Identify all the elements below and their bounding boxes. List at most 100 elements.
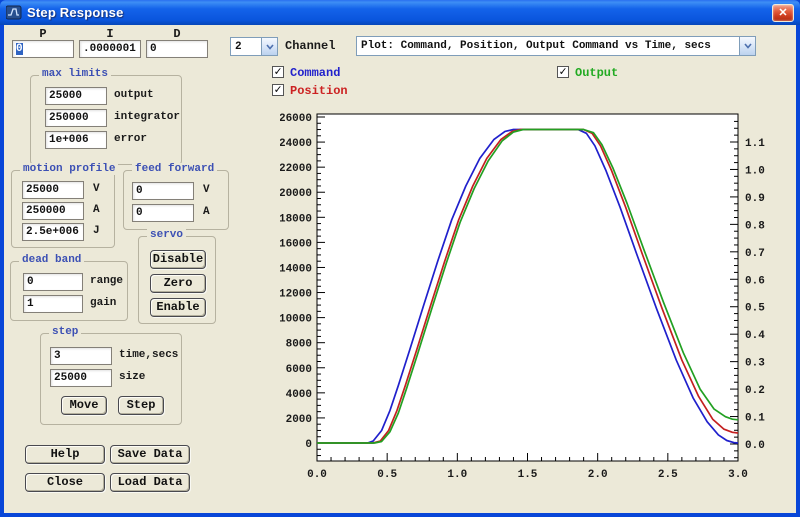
feed-forward-title: feed forward [132,163,217,175]
max-limits-title: max limits [39,68,111,80]
svg-text:0.9: 0.9 [745,193,765,205]
gain-input[interactable]: 1 [23,295,83,313]
time-label: time,secs [119,349,178,361]
i-input[interactable]: .0000001 [79,40,141,58]
max-integrator-label: integrator [114,111,180,123]
svg-text:0.7: 0.7 [745,248,765,260]
profile-v-input[interactable]: 25000 [22,181,84,199]
svg-text:26000: 26000 [280,113,312,125]
channel-select[interactable]: 2 [230,37,278,56]
range-label: range [90,275,123,287]
enable-button[interactable]: Enable [150,298,206,317]
plot-select-value: Plot: Command, Position, Output Command … [357,40,739,52]
svg-text:3.0: 3.0 [728,469,748,481]
servo-title: servo [147,229,186,241]
ff-v-input[interactable]: 0 [132,182,194,200]
gain-label: gain [90,297,116,309]
size-label: size [119,371,145,383]
d-input[interactable]: 0 [146,40,208,58]
max-output-input[interactable]: 25000 [45,87,107,105]
channel-value: 2 [231,41,261,53]
svg-text:0.4: 0.4 [745,330,765,342]
svg-text:20000: 20000 [280,188,312,200]
close-button[interactable]: Close [25,473,105,492]
svg-text:1.0: 1.0 [447,469,467,481]
svg-text:1.0: 1.0 [745,165,765,177]
svg-text:22000: 22000 [280,163,312,175]
ff-a-input[interactable]: 0 [132,204,194,222]
output-checkbox[interactable]: ✓ [557,66,569,78]
svg-text:0.1: 0.1 [745,413,765,425]
time-input[interactable]: 3 [50,347,112,365]
load-data-button[interactable]: Load Data [110,473,190,492]
svg-text:1.1: 1.1 [745,138,765,150]
range-input[interactable]: 0 [23,273,83,291]
svg-text:2.0: 2.0 [588,469,608,481]
channel-label: Channel [285,39,335,53]
command-checkbox[interactable]: ✓ [272,66,284,78]
position-checkbox[interactable]: ✓ [272,84,284,96]
max-limits-group: max limits 25000 output 250000 integrato… [30,75,182,165]
svg-text:8000: 8000 [286,339,312,351]
profile-j-input[interactable]: 2.5e+006 [22,223,84,241]
ff-v-label: V [203,184,210,196]
move-button[interactable]: Move [61,396,107,415]
svg-text:1.5: 1.5 [518,469,538,481]
profile-v-label: V [93,183,100,195]
step-button[interactable]: Step [118,396,164,415]
svg-text:12000: 12000 [280,289,312,301]
step-group: step 3 time,secs 25000 size Move Step [40,333,182,425]
max-integrator-input[interactable]: 250000 [45,109,107,127]
svg-text:6000: 6000 [286,364,312,376]
svg-text:24000: 24000 [280,138,312,150]
svg-text:10000: 10000 [280,314,312,326]
profile-a-label: A [93,204,100,216]
svg-text:0.5: 0.5 [745,303,765,315]
position-checkbox-label: Position [290,84,348,98]
help-button[interactable]: Help [25,445,105,464]
svg-text:18000: 18000 [280,213,312,225]
i-label: I [79,27,141,41]
disable-button[interactable]: Disable [150,250,206,269]
svg-text:0.0: 0.0 [307,469,327,481]
window-title: Step Response [27,5,124,20]
svg-text:0.0: 0.0 [745,440,765,452]
max-error-input[interactable]: 1e+006 [45,131,107,149]
p-input[interactable]: 0 [12,40,74,58]
command-checkbox-label: Command [290,66,340,80]
motion-profile-title: motion profile [20,163,118,175]
plot-canvas: 0200040006000800010000120001400016000180… [280,105,792,490]
svg-text:0.3: 0.3 [745,358,765,370]
p-label: P [12,27,74,41]
svg-text:14000: 14000 [280,263,312,275]
ff-a-label: A [203,206,210,218]
dead-band-title: dead band [19,254,84,266]
dead-band-group: dead band 0 range 1 gain [10,261,128,321]
chevron-down-icon[interactable] [739,37,755,55]
svg-text:0.8: 0.8 [745,220,765,232]
size-input[interactable]: 25000 [50,369,112,387]
chevron-down-icon[interactable] [261,38,277,55]
svg-text:0.2: 0.2 [745,385,765,397]
save-data-button[interactable]: Save Data [110,445,190,464]
close-icon[interactable]: ✕ [772,4,794,22]
svg-text:0.6: 0.6 [745,275,765,287]
svg-text:4000: 4000 [286,389,312,401]
output-checkbox-label: Output [575,66,618,80]
d-label: D [146,27,208,41]
svg-text:0: 0 [305,439,312,451]
motion-profile-group: motion profile 25000 V 250000 A 2.5e+006… [11,170,115,248]
servo-group: servo Disable Zero Enable [138,236,216,324]
titlebar[interactable]: Step Response ✕ [0,0,800,25]
step-response-window: Step Response ✕ P I D 0 .0000001 0 2 Cha… [0,0,800,517]
profile-a-input[interactable]: 250000 [22,202,84,220]
app-icon [6,5,22,21]
max-error-label: error [114,133,147,145]
svg-text:0.5: 0.5 [377,469,397,481]
window-content: P I D 0 .0000001 0 2 Channel Plot: Comma… [4,25,796,513]
svg-text:2000: 2000 [286,414,312,426]
zero-button[interactable]: Zero [150,274,206,293]
plot-select[interactable]: Plot: Command, Position, Output Command … [356,36,756,56]
profile-j-label: J [93,225,100,237]
svg-text:2.5: 2.5 [658,469,678,481]
